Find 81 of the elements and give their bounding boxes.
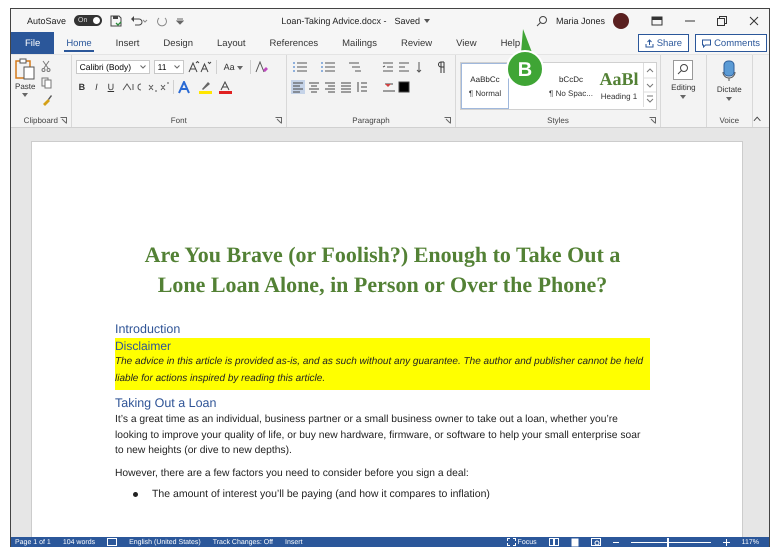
document-title-heading: Are You Brave (or Foolish?) Enough to Take Out a Lone Loan Alone, in Person or Over the Phone? bbox=[144, 241, 622, 299]
group-label: Clipboard bbox=[24, 116, 58, 125]
dialog-launcher-icon[interactable] bbox=[60, 117, 67, 124]
caret-icon bbox=[237, 66, 244, 70]
format-button[interactable]: U bbox=[104, 82, 118, 92]
print-layout-icon[interactable] bbox=[570, 538, 579, 546]
dialog-launcher-icon[interactable] bbox=[648, 117, 656, 124]
proofing-icon[interactable] bbox=[107, 538, 118, 546]
paragraph: It’s a great time as an individual, business partner or a small business owner to take out a loan, whether you’re looking to improve your quality of life, or buy new hardware, firmware, or software to help your small enterprise soar to new heights (or dive to new depths). bbox=[115, 413, 642, 458]
chevron-icon bbox=[174, 65, 180, 69]
clear-formatting-icon[interactable] bbox=[255, 61, 268, 73]
dictate-button[interactable]: Dictate bbox=[716, 58, 742, 114]
restore-icon[interactable] bbox=[717, 16, 727, 26]
list-item: The amount of interest you’ll be paying (and how it compares to inflation) bbox=[152, 488, 490, 500]
ribbon-tab[interactable]: References bbox=[258, 32, 330, 54]
group-label: Paragraph bbox=[352, 116, 390, 125]
minimize-icon[interactable] bbox=[685, 20, 695, 22]
clipboard-icon bbox=[15, 58, 36, 80]
comments-button[interactable]: Comments bbox=[695, 34, 767, 52]
style-option[interactable]: AaBbCc ¶ Normal bbox=[460, 63, 509, 109]
ribbon-display-icon[interactable] bbox=[651, 16, 663, 26]
scissors-icon[interactable] bbox=[41, 60, 52, 72]
ribbon-tab[interactable]: Mailings bbox=[330, 32, 389, 54]
comment-icon bbox=[702, 38, 712, 48]
zoom-in-icon[interactable] bbox=[722, 538, 730, 546]
caret-icon bbox=[726, 97, 732, 101]
caret-icon bbox=[22, 93, 28, 97]
chevron-icon bbox=[140, 65, 146, 69]
ribbon-tab[interactable]: File bbox=[11, 32, 54, 54]
save-icon[interactable] bbox=[110, 14, 122, 26]
ribbon-tab[interactable]: Layout bbox=[205, 32, 258, 54]
highlighted-paragraph: The advice in this article is provided as-is, and as such without any guarantee. The author and publisher cannot be held liable for actions inspired by reading this article. bbox=[115, 353, 650, 390]
redo-icon[interactable] bbox=[156, 14, 168, 26]
dialog-launcher-icon[interactable] bbox=[444, 117, 451, 124]
copy-icon[interactable] bbox=[41, 77, 52, 89]
ribbon-tab[interactable]: Design bbox=[151, 32, 205, 54]
format-button[interactable]: B bbox=[76, 82, 88, 92]
editing-button[interactable]: Editing bbox=[671, 58, 696, 114]
ribbon-tab[interactable]: Help bbox=[488, 32, 532, 54]
user-name[interactable]: Maria Jones bbox=[556, 16, 605, 26]
group-label: Font bbox=[170, 116, 187, 125]
read-mode-icon[interactable] bbox=[548, 538, 559, 546]
close-icon[interactable] bbox=[749, 16, 759, 26]
avatar[interactable] bbox=[613, 12, 629, 28]
format-button[interactable]: I bbox=[92, 82, 101, 92]
paste-button[interactable]: Paste bbox=[15, 58, 36, 114]
highlighter-icon[interactable] bbox=[198, 80, 214, 94]
section-heading: Introduction bbox=[115, 322, 182, 336]
customize-toolbar-icon[interactable] bbox=[176, 16, 184, 24]
caret-icon[interactable] bbox=[424, 18, 430, 22]
undo-icon[interactable] bbox=[130, 14, 148, 26]
font-name-field[interactable]: Calibri (Body) bbox=[76, 60, 150, 74]
search-icon bbox=[673, 60, 694, 80]
ribbon-tab[interactable]: Home bbox=[54, 32, 104, 54]
highlighted-heading: Disclaimer bbox=[115, 338, 650, 353]
change-case-button[interactable]: Aa bbox=[220, 62, 246, 72]
section-heading: Taking Out a Loan bbox=[115, 396, 218, 410]
font-size-drawing[interactable] bbox=[188, 61, 212, 73]
ribbon-tab[interactable]: Review bbox=[388, 32, 444, 54]
share-button[interactable]: Share bbox=[638, 34, 690, 52]
ribbon-tab[interactable]: Insert bbox=[104, 32, 152, 54]
caret-icon bbox=[680, 95, 686, 99]
microphone-icon bbox=[722, 60, 736, 82]
web-layout-icon[interactable] bbox=[590, 538, 601, 546]
save-status[interactable]: Saved bbox=[394, 16, 420, 26]
group-label: Voice bbox=[719, 116, 740, 125]
script-buttons-drawing[interactable] bbox=[121, 81, 170, 93]
ribbon-tab[interactable]: View bbox=[444, 32, 489, 54]
document-title: Loan-Taking Advice.docx - bbox=[281, 16, 386, 26]
search-icon[interactable] bbox=[536, 14, 548, 26]
font-color-icon[interactable] bbox=[218, 80, 234, 94]
paintbrush-icon[interactable] bbox=[41, 94, 54, 106]
share-icon bbox=[644, 38, 654, 48]
bullet-icon bbox=[133, 492, 138, 496]
dialog-launcher-icon[interactable] bbox=[274, 117, 282, 124]
group-label: Styles bbox=[547, 116, 569, 125]
collapse-ribbon-icon[interactable] bbox=[752, 116, 761, 122]
paragraph: However, there are a few factors you need to consider before you sign a deal: bbox=[115, 466, 470, 480]
autosave-label: AutoSave bbox=[27, 16, 66, 26]
gallery-scroll-buttons[interactable] bbox=[642, 63, 656, 107]
font-size-field[interactable]: 11 bbox=[154, 60, 184, 74]
